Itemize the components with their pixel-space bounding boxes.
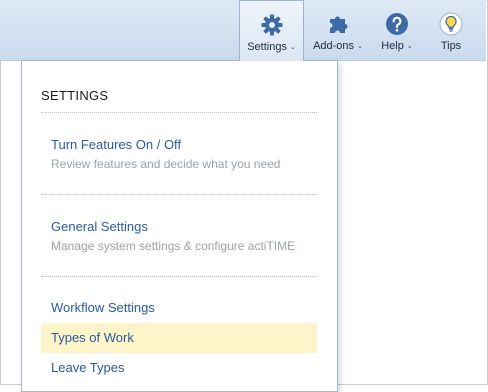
dropdown-title: SETTINGS bbox=[41, 88, 109, 103]
workflow-settings-item[interactable]: Workflow Settings bbox=[41, 293, 317, 323]
gear-icon bbox=[261, 14, 282, 36]
leave-types-label: Leave Types bbox=[51, 360, 125, 375]
chevron-down-icon: ⌄ bbox=[357, 43, 363, 50]
turn-features-link[interactable]: Turn Features On / Off bbox=[51, 137, 181, 152]
types-of-work-label: Types of Work bbox=[51, 330, 134, 345]
settings-dropdown-menu: SETTINGS Turn Features On / Off Review f… bbox=[21, 60, 338, 392]
settings-menu-button[interactable]: Settings ⌄ bbox=[239, 0, 304, 61]
top-navigation-bar: Settings ⌄ Add-ons ⌄ Help ⌄ Tips bbox=[0, 0, 486, 61]
divider bbox=[41, 194, 317, 195]
leave-types-item[interactable]: Leave Types bbox=[41, 353, 317, 383]
lightbulb-icon bbox=[439, 12, 463, 36]
addons-menu-button[interactable]: Add-ons ⌄ bbox=[310, 0, 366, 60]
addons-label: Add-ons bbox=[313, 40, 355, 52]
help-menu-button[interactable]: Help ⌄ bbox=[377, 0, 417, 60]
workflow-settings-label: Workflow Settings bbox=[51, 300, 155, 315]
turn-features-description: Review features and decide what you need bbox=[51, 157, 281, 171]
puzzle-icon bbox=[330, 16, 348, 33]
types-of-work-item[interactable]: Types of Work bbox=[41, 323, 317, 353]
divider bbox=[41, 112, 317, 113]
chevron-down-icon: ⌄ bbox=[406, 43, 413, 50]
divider bbox=[41, 276, 317, 277]
general-settings-link[interactable]: General Settings bbox=[51, 219, 148, 234]
chevron-down-icon: ⌄ bbox=[289, 44, 296, 51]
tips-label: Tips bbox=[440, 40, 462, 52]
tips-button[interactable]: Tips bbox=[431, 0, 471, 60]
settings-label: Settings bbox=[247, 41, 287, 53]
general-settings-description: Manage system settings & configure actiT… bbox=[51, 239, 296, 253]
help-label: Help bbox=[381, 40, 404, 52]
question-circle-icon bbox=[386, 13, 408, 35]
